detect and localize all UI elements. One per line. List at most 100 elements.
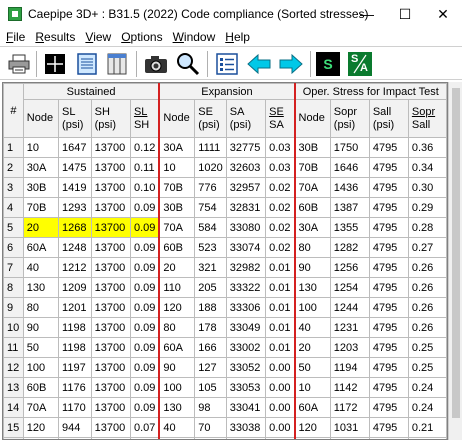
cell-sall[interactable]: 4795 — [368, 257, 409, 278]
cell-node[interactable]: 110 — [22, 437, 60, 439]
cell-sall[interactable]: 4795 — [368, 197, 409, 218]
cell-sa[interactable]: 33002 — [225, 337, 267, 358]
menu-view[interactable]: View — [85, 30, 111, 44]
col-sopr[interactable]: Sopr (psi) — [329, 99, 370, 138]
cell-sa[interactable]: 33074 — [225, 237, 267, 258]
cell-node[interactable]: 10 — [22, 137, 60, 158]
cell-sa[interactable]: 32775 — [225, 137, 267, 158]
cell-sa[interactable]: 33306 — [225, 297, 267, 318]
cell-node[interactable]: 60A — [294, 397, 331, 418]
notes-icon[interactable] — [74, 51, 100, 77]
cell-sopr[interactable]: 1646 — [329, 157, 370, 178]
cell-sl[interactable]: 1212 — [58, 257, 92, 278]
cell-sopr[interactable]: 1282 — [329, 237, 370, 258]
cell-se-over-sa[interactable]: 0.03 — [265, 137, 296, 158]
cell-sl-over-sh[interactable]: 0.09 — [129, 197, 161, 218]
cell-node[interactable]: 120 — [22, 417, 60, 438]
cell-sopr[interactable]: 1750 — [329, 137, 370, 158]
cell-node[interactable]: 30A — [158, 137, 196, 158]
col-node-expansion[interactable]: Node — [158, 99, 196, 138]
cell-node[interactable]: 70B — [294, 157, 331, 178]
col-sl-over-sh[interactable]: SL SH — [129, 99, 161, 138]
cell-node[interactable]: 70A — [158, 217, 196, 238]
cell-sh[interactable]: 13700 — [90, 217, 131, 238]
cell-sl-over-sh[interactable]: 0.09 — [129, 297, 161, 318]
cell-se[interactable]: 127 — [194, 357, 227, 378]
columns-icon[interactable] — [104, 51, 130, 77]
cell-se-over-sa[interactable]: 0.02 — [265, 237, 296, 258]
cell-node[interactable]: 120 — [294, 417, 331, 438]
cell-node[interactable]: 70A — [22, 397, 60, 418]
col-sopr-over-sall[interactable]: Sopr Sall — [407, 99, 447, 138]
cell-node[interactable]: 110 — [158, 277, 196, 298]
printer-icon[interactable] — [6, 51, 32, 77]
cell-sl-over-sh[interactable]: 0.09 — [129, 237, 161, 258]
cell-row-number[interactable]: 5 — [3, 217, 24, 238]
cell-sopr-over-sall[interactable]: 0.21 — [407, 417, 447, 438]
col-sall[interactable]: Sall (psi) — [368, 99, 409, 138]
cell-sopr[interactable]: 1256 — [329, 257, 370, 278]
cell-sh[interactable]: 13700 — [90, 437, 131, 439]
cell-se[interactable]: 754 — [194, 197, 227, 218]
col-sa[interactable]: SA (psi) — [225, 99, 267, 138]
cell-sopr-over-sall[interactable]: 0.28 — [407, 217, 447, 238]
cell-sl-over-sh[interactable]: 0.09 — [129, 397, 161, 418]
cell-node[interactable]: 50 — [294, 357, 331, 378]
cell-sopr[interactable]: 1031 — [329, 417, 370, 438]
cell-row-number[interactable]: 12 — [3, 357, 24, 378]
cell-sl[interactable]: 1419 — [58, 177, 92, 198]
cell-se-over-sa[interactable]: 0.00 — [265, 437, 296, 439]
cell-row-number[interactable]: 9 — [3, 297, 24, 318]
cell-node[interactable]: 20 — [294, 337, 331, 358]
cell-sall[interactable]: 4795 — [368, 277, 409, 298]
cell-sl[interactable]: 944 — [58, 417, 92, 438]
cell-se[interactable]: 188 — [194, 297, 227, 318]
cell-node[interactable]: 90 — [22, 317, 60, 338]
cell-sl-over-sh[interactable]: 0.09 — [129, 277, 161, 298]
cell-node[interactable]: 50 — [158, 437, 196, 439]
cell-sl-over-sh[interactable]: 0.07 — [129, 437, 161, 439]
cell-sa[interactable]: 33038 — [225, 417, 267, 438]
cell-sh[interactable]: 13700 — [90, 137, 131, 158]
cell-sl[interactable]: 1198 — [58, 317, 92, 338]
cell-se[interactable]: 776 — [194, 177, 227, 198]
cell-node[interactable]: 70B — [158, 177, 196, 198]
cell-sall[interactable]: 4795 — [368, 417, 409, 438]
cell-sopr-over-sall[interactable]: 0.34 — [407, 157, 447, 178]
table-row[interactable]: 2 30A 1475 13700 0.11 10 1020 32603 0.03 70B 1646 4… — [3, 157, 447, 178]
cell-row-number[interactable]: 10 — [3, 317, 24, 338]
cell-sall[interactable]: 4795 — [368, 437, 409, 439]
cell-sopr-over-sall[interactable]: 0.24 — [407, 397, 447, 418]
cell-row-number[interactable]: 1 — [3, 137, 24, 158]
cell-sl-over-sh[interactable]: 0.09 — [129, 217, 161, 238]
cell-sopr-over-sall[interactable]: 0.30 — [407, 177, 447, 198]
cell-sopr-over-sall[interactable]: 0.25 — [407, 337, 447, 358]
cell-node[interactable]: 130 — [158, 397, 196, 418]
cell-node[interactable]: 100 — [22, 357, 60, 378]
cell-sl[interactable]: 1209 — [58, 277, 92, 298]
cell-se-over-sa[interactable]: 0.01 — [265, 277, 296, 298]
cell-sopr[interactable]: 1021 — [329, 437, 370, 439]
arrow-left-icon[interactable] — [246, 51, 272, 77]
cell-sl-over-sh[interactable]: 0.10 — [129, 177, 161, 198]
cell-sl[interactable]: 1268 — [58, 217, 92, 238]
cell-node[interactable]: 20 — [22, 217, 60, 238]
table-row[interactable]: 6 60A 1248 13700 0.09 60B 523 33074 0.02 80 1282 47… — [3, 237, 447, 258]
cell-se-over-sa[interactable]: 0.01 — [265, 257, 296, 278]
minimize-button[interactable]: — — [348, 0, 386, 28]
cell-se[interactable]: 584 — [194, 217, 227, 238]
cell-row-number[interactable]: 15 — [3, 417, 24, 438]
cell-sh[interactable]: 13700 — [90, 197, 131, 218]
cell-sl-over-sh[interactable]: 0.07 — [129, 417, 161, 438]
list-icon[interactable] — [214, 51, 240, 77]
cell-node[interactable]: 60B — [158, 237, 196, 258]
cell-sl-over-sh[interactable]: 0.09 — [129, 257, 161, 278]
cell-sa[interactable]: 33322 — [225, 277, 267, 298]
cell-sa[interactable]: 33052 — [225, 437, 267, 439]
cell-sa[interactable]: 33080 — [225, 217, 267, 238]
cell-sh[interactable]: 13700 — [90, 317, 131, 338]
cell-node[interactable]: 110 — [294, 437, 331, 439]
cell-node[interactable]: 60A — [158, 337, 196, 358]
cell-sl-over-sh[interactable]: 0.09 — [129, 317, 161, 338]
cell-node[interactable]: 70B — [22, 197, 60, 218]
